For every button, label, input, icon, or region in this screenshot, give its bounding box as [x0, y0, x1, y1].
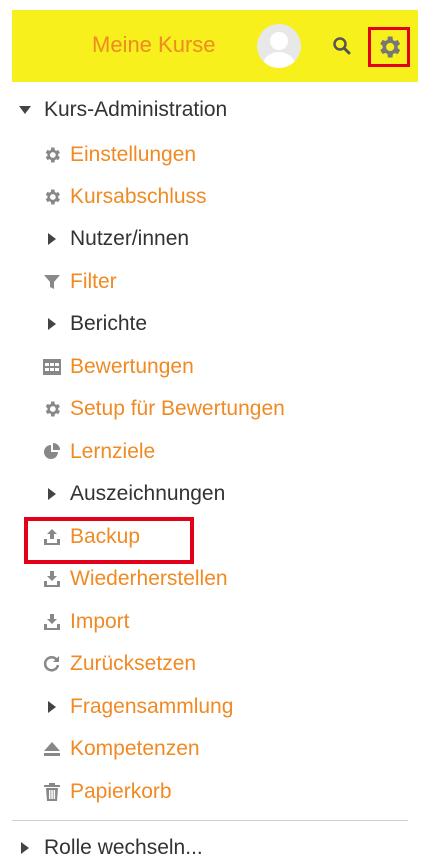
menu-item-bewertungen[interactable]: Bewertungen	[40, 349, 194, 385]
menu-item-berichte[interactable]: Berichte	[40, 306, 147, 342]
menu-item-nutzer-innen[interactable]: Nutzer/innen	[40, 221, 189, 257]
search-icon[interactable]	[332, 36, 352, 56]
trash-icon	[40, 780, 64, 804]
menu-item-fragensammlung[interactable]: Fragensammlung	[40, 689, 233, 725]
menu-title-row[interactable]: Kurs-Administration	[16, 92, 227, 128]
caret-right-icon	[48, 701, 56, 713]
menu-item-einstellungen[interactable]: Einstellungen	[40, 137, 196, 173]
gear-icon	[380, 36, 401, 58]
menu-item-setup-bewertungen[interactable]: Setup für Bewertungen	[40, 391, 285, 427]
settings-button[interactable]	[368, 27, 410, 67]
refresh-icon	[40, 652, 64, 676]
gear-icon	[40, 397, 64, 421]
menu-item-switch-role[interactable]: Rolle wechseln...	[16, 830, 203, 866]
menu-item-papierkorb[interactable]: Papierkorb	[40, 774, 172, 810]
download-icon	[40, 610, 64, 634]
menu-item-kursabschluss[interactable]: Kursabschluss	[40, 179, 207, 215]
gear-icon	[40, 185, 64, 209]
menu-item-filter[interactable]: Filter	[40, 264, 117, 300]
my-courses-link[interactable]: Meine Kurse	[92, 32, 216, 58]
menu-divider	[12, 820, 408, 821]
gear-icon	[40, 143, 64, 167]
eject-icon	[40, 737, 64, 761]
caret-right-icon	[48, 318, 56, 330]
menu-title: Kurs-Administration	[44, 98, 228, 121]
menu-item-auszeichnungen[interactable]: Auszeichnungen	[40, 476, 225, 512]
user-avatar[interactable]	[257, 24, 301, 68]
menu-item-lernziele[interactable]: Lernziele	[40, 434, 155, 470]
download-icon	[40, 567, 64, 591]
filter-icon	[40, 270, 64, 294]
caret-right-icon	[48, 233, 56, 245]
caret-down-icon	[19, 106, 31, 114]
caret-right-icon	[21, 842, 29, 854]
menu-item-import[interactable]: Import	[40, 604, 130, 640]
backup-highlight-box	[24, 517, 194, 564]
pie-icon	[40, 440, 64, 464]
menu-item-zuruecksetzen[interactable]: Zurücksetzen	[40, 646, 196, 682]
menu-item-wiederherstellen[interactable]: Wiederherstellen	[40, 561, 228, 597]
table-icon	[40, 355, 64, 379]
caret-right-icon	[48, 488, 56, 500]
menu-item-kompetenzen[interactable]: Kompetenzen	[40, 731, 200, 767]
top-navbar: Meine Kurse	[12, 10, 418, 82]
